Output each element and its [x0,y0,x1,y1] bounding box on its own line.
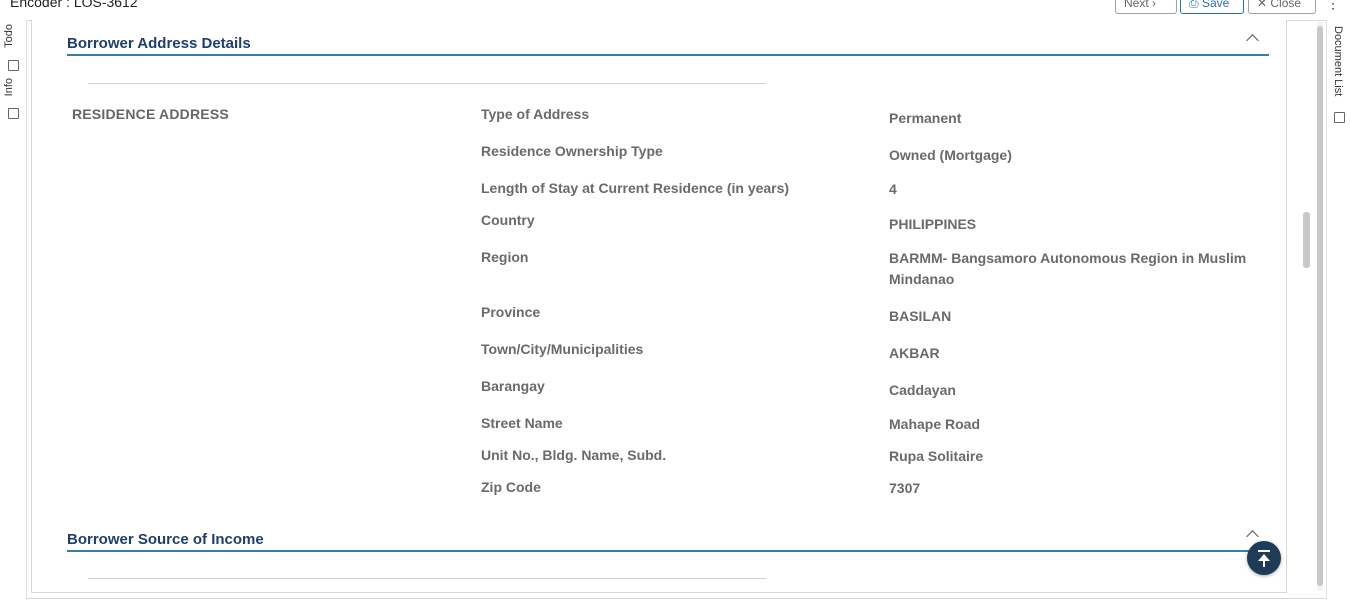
tab-todo[interactable]: Todo [3,24,23,84]
income-section-header[interactable]: Borrower Source of Income [67,520,1269,552]
divider [88,83,766,84]
residence-address-label: RESIDENCE ADDRESS [72,106,229,122]
next-button[interactable]: Next › [1115,0,1177,14]
field-value-province: BASILAN [889,308,952,324]
field-value-town-city: AKBAR [889,345,940,361]
tab-todo-label: Todo [3,24,15,48]
right-sidebar: Document List [1326,20,1350,600]
field-label-barangay: Barangay [481,378,545,394]
chevron-up-icon[interactable] [1246,34,1259,47]
outer-scrollbar-thumb[interactable] [1317,26,1323,586]
inner-scrollbar-thumb[interactable] [1303,212,1310,268]
field-label-ownership-type: Residence Ownership Type [481,143,663,159]
close-button[interactable]: ✕ Close [1248,0,1316,14]
field-label-zip-code: Zip Code [481,479,541,495]
field-value-country: PHILIPPINES [889,216,977,232]
tab-info[interactable]: Info [3,78,23,120]
address-section-title: Borrower Address Details [67,35,251,52]
chevron-up-icon[interactable] [1246,530,1259,543]
field-label-length-of-stay: Length of Stay at Current Residence (in … [481,180,790,196]
field-label-unit-no: Unit No., Bldg. Name, Subd. [481,447,667,463]
field-value-type-of-address: Permanent [889,110,962,126]
left-sidebar: Todo Info [0,20,27,600]
field-value-street-name: Mahape Road [889,416,981,432]
scroll-top-icon [1258,550,1270,552]
field-label-province: Province [481,304,541,320]
field-label-type-of-address: Type of Address [481,106,590,122]
field-value-region: BARMM- Bangsamoro Autonomous Region in M… [889,250,1247,287]
info-icon [8,108,19,119]
top-bar: Encoder : LOS-3612 Next › ⎙ Save ✕ Close… [0,0,1350,21]
main-panel: Borrower Address Details RESIDENCE ADDRE… [31,20,1287,593]
tab-info-label: Info [3,78,15,97]
field-value-zip-code: 7307 [889,480,921,496]
outer-scrollbar[interactable] [1317,22,1323,590]
address-section-header[interactable]: Borrower Address Details [67,24,1269,56]
field-value-ownership-type: Owned (Mortgage) [889,147,1012,163]
tab-document-list[interactable]: Document List [1332,26,1344,96]
field-label-street-name: Street Name [481,415,563,431]
field-label-region: Region [481,249,529,265]
document-list-icon[interactable] [1334,112,1345,123]
todo-icon [8,60,19,71]
more-options-icon[interactable]: ⋮ [1326,0,1340,12]
arrow-stem [1263,560,1265,567]
field-value-barangay: Caddayan [889,382,956,398]
save-button[interactable]: ⎙ Save [1180,0,1244,14]
field-value-unit-no: Rupa Solitaire [889,448,984,464]
field-label-town-city: Town/City/Municipalities [481,341,644,357]
income-section-title: Borrower Source of Income [67,531,264,548]
window-title: Encoder : LOS-3612 [10,0,138,10]
field-value-length-of-stay: 4 [889,181,897,197]
field-label-country: Country [481,212,535,228]
scroll-to-top-button[interactable] [1247,541,1281,575]
bottom-divider [26,598,1326,599]
divider [88,578,766,579]
